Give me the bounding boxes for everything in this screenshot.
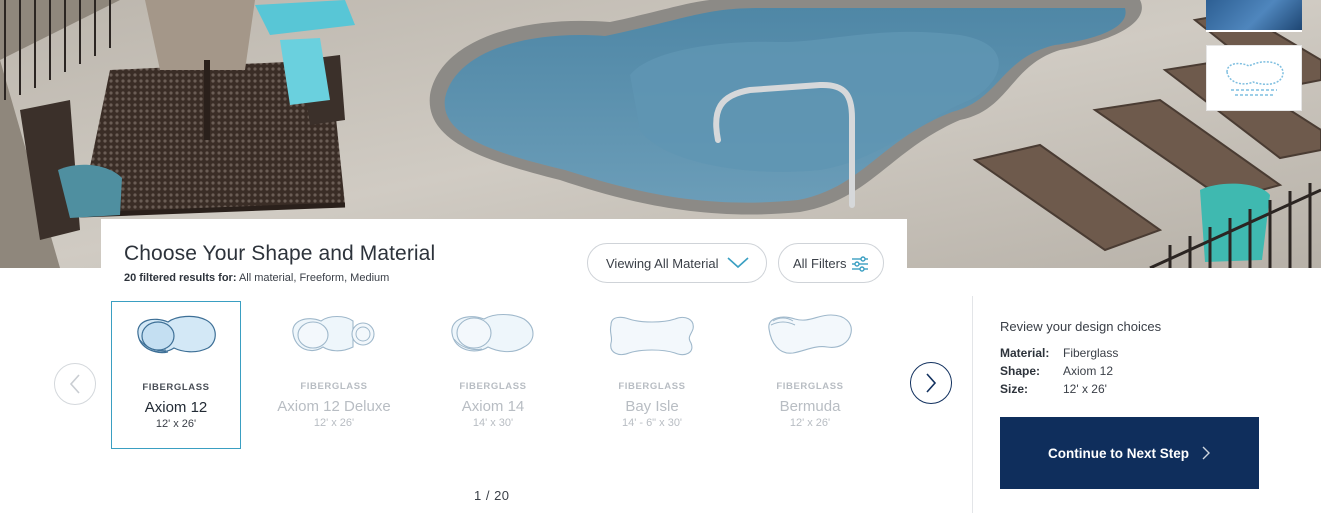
card-size: 14' x 30' (472, 417, 514, 429)
summary-title: Review your design choices (1000, 319, 1162, 334)
card-size: 12' x 26' (155, 418, 197, 430)
pool-shape-axiom-12-icon (137, 315, 216, 354)
summary-label: Material: (1000, 346, 1050, 360)
pool-card-axiom-14[interactable]: FIBERGLASS Axiom 14 14' x 30' (428, 301, 558, 449)
carousel-pager: 1 / 20 (474, 488, 510, 503)
summary-row-material: Material: Fiberglass (1000, 346, 1118, 360)
page-title: Choose Your Shape and Material (124, 242, 436, 265)
pool-card-axiom-12-deluxe[interactable]: FIBERGLASS Axiom 12 Deluxe 12' x 26' (269, 301, 399, 449)
results-count-label: 20 filtered results for: (124, 272, 237, 284)
pool-shape-bermuda-icon (768, 314, 852, 354)
summary-value: Fiberglass (1063, 346, 1119, 360)
material-dropdown-label: Viewing All Material (606, 255, 719, 271)
card-material: FIBERGLASS (459, 381, 527, 392)
pool-shape-icon (1226, 61, 1284, 96)
pool-card-axiom-12[interactable]: FIBERGLASS Axiom 12 12' x 26' (111, 301, 241, 449)
carousel-next-button[interactable] (910, 362, 952, 404)
results-summary: 20 filtered results for: All material, F… (124, 272, 389, 284)
summary-label: Size: (1000, 382, 1029, 396)
card-name-text: Axiom 12 Deluxe (277, 398, 391, 415)
all-filters-label: All Filters (793, 255, 847, 271)
summary-label: Shape: (1000, 364, 1041, 378)
card-material: FIBERGLASS (300, 381, 368, 392)
card-size: 12' x 26' (313, 417, 355, 429)
continue-next-step-button[interactable]: Continue to Next Step (1000, 417, 1259, 489)
results-filters: All material, Freeform, Medium (238, 272, 390, 284)
card-size: 12' x 26' (789, 417, 831, 429)
gallery-thumbnail-finish[interactable] (1206, 0, 1302, 32)
card-name-text: Bay Isle (625, 398, 679, 415)
card-name: Bermuda 12' x 26' (745, 398, 875, 430)
material-dropdown[interactable]: Viewing All Material (587, 243, 767, 283)
continue-button-label: Continue to Next Step (1048, 445, 1189, 461)
pool-card-bermuda[interactable]: FIBERGLASS Bermuda 12' x 26' (745, 301, 875, 449)
card-name-text: Axiom 14 (461, 398, 525, 415)
pool-shape-bay-isle-icon (609, 316, 694, 356)
pool-shape-axiom-14-icon (451, 313, 534, 353)
card-name: Axiom 12 12' x 26' (112, 399, 240, 431)
summary-value: 12' x 26' (1063, 382, 1107, 396)
shape-material-header: Choose Your Shape and Material 20 filter… (101, 219, 907, 291)
card-material: FIBERGLASS (142, 382, 210, 393)
card-material: FIBERGLASS (776, 381, 844, 392)
carousel-prev-button[interactable] (54, 363, 96, 405)
card-name: Bay Isle 14' - 6" x 30' (587, 398, 717, 430)
card-material: FIBERGLASS (618, 381, 686, 392)
filter-sliders-icon (851, 256, 869, 275)
chevron-right-icon (926, 373, 937, 393)
summary-divider (972, 296, 973, 513)
card-name: Axiom 14 14' x 30' (428, 398, 558, 430)
card-name-text: Bermuda (779, 398, 841, 415)
summary-row-shape: Shape: Axiom 12 (1000, 364, 1113, 378)
summary-value: Axiom 12 (1063, 364, 1114, 378)
gallery-thumbnail-shape[interactable] (1206, 45, 1302, 111)
card-size: 14' - 6" x 30' (621, 417, 683, 429)
card-name: Axiom 12 Deluxe 12' x 26' (269, 398, 399, 430)
summary-row-size: Size: 12' x 26' (1000, 382, 1107, 396)
chevron-down-icon (726, 256, 750, 273)
chevron-left-icon (69, 374, 80, 394)
pool-card-bay-isle[interactable]: FIBERGLASS Bay Isle 14' - 6" x 30' (587, 301, 717, 449)
all-filters-button[interactable]: All Filters (778, 243, 884, 283)
chevron-right-icon (1201, 445, 1211, 461)
card-name-text: Axiom 12 (144, 399, 208, 416)
pool-shape-axiom-12-deluxe-icon (292, 315, 375, 352)
